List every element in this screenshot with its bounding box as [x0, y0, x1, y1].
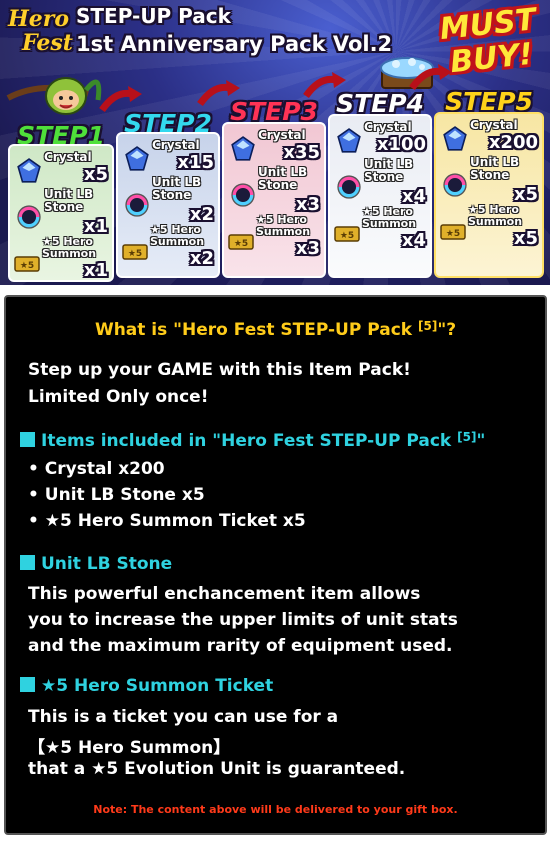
- lb-stone-heading: Unit LB Stone: [20, 554, 172, 574]
- lb-stone-quantity: x2: [189, 204, 214, 225]
- lb-stone-icon: [125, 193, 149, 217]
- summon-label: ★5 Hero Summon: [150, 223, 205, 248]
- intro-line-1: Step up your GAME with this Item Pack!: [28, 360, 411, 380]
- question-sup: [5]: [418, 319, 438, 333]
- svg-text:★5: ★5: [128, 249, 142, 259]
- summon-quantity: x4: [401, 230, 426, 251]
- lb-stone-quantity: x1: [83, 216, 108, 237]
- items-heading: Items included in "Hero Fest STEP-UP Pac…: [20, 430, 485, 451]
- step-items-5: Crystal x200 Unit LB Stone x5 ★5 ★5 Hero Summ…: [434, 112, 544, 252]
- section-square-icon: [20, 555, 35, 570]
- lb-stone-quantity: x4: [401, 186, 426, 207]
- crystal-icon: [125, 146, 149, 171]
- summon-ticket-heading: ★5 Hero Summon Ticket: [20, 676, 273, 696]
- summon-ticket-icon: ★5: [334, 226, 360, 242]
- crystal-quantity: x100: [376, 134, 426, 155]
- crystal-quantity: x35: [283, 142, 320, 163]
- pack-question-title: What is "Hero Fest STEP-UP Pack [5]"?: [6, 319, 545, 340]
- crystal-label: Crystal: [364, 120, 412, 134]
- item-line: • Unit LB Stone x5: [28, 485, 205, 505]
- summon-label: ★5 Hero Summon: [42, 235, 97, 260]
- logo-word-hero: Hero: [8, 6, 70, 32]
- crystal-label: Crystal: [470, 118, 518, 132]
- intro-line-2: Limited Only once!: [28, 387, 209, 407]
- section-square-icon: [20, 432, 35, 447]
- ticket-desc-line-1: This is a ticket you can use for a: [28, 707, 339, 727]
- item-line: • ★5 Hero Summon Ticket x5: [28, 511, 306, 531]
- lb-stone-label: Unit LB Stone: [152, 175, 202, 202]
- summon-ticket-icon: ★5: [440, 224, 466, 240]
- lb-stone-icon: [231, 183, 255, 207]
- summon-quantity: x1: [83, 260, 108, 281]
- lb-desc-line-3: and the maximum rarity of equipment used…: [28, 636, 453, 656]
- step-items-1: Crystal x5 Unit LB Stone x1 ★5 ★5 Hero Summon…: [8, 144, 114, 284]
- items-heading-sup: [5]: [457, 430, 477, 444]
- question-end: "?: [437, 320, 457, 340]
- gift-box-note: Note: The content above will be delivere…: [93, 803, 458, 816]
- pack-info-panel: What is "Hero Fest STEP-UP Pack [5]"? St…: [4, 295, 547, 835]
- lb-stone-label: Unit LB Stone: [470, 155, 520, 182]
- items-heading-end: ": [476, 431, 486, 451]
- crystal-icon: [443, 126, 467, 151]
- step-items-4: Crystal x100 Unit LB Stone x4 ★5 ★5 Hero Summ…: [328, 114, 432, 254]
- crystal-label: Crystal: [152, 138, 200, 152]
- lb-desc-line-1: This powerful enchancement item allows: [28, 584, 421, 604]
- crystal-icon: [17, 158, 41, 183]
- lb-stone-label: Unit LB Stone: [44, 187, 94, 214]
- logo-word-fest: Fest: [22, 30, 73, 56]
- lb-stone-icon: [337, 175, 361, 199]
- svg-text:★5: ★5: [340, 231, 354, 241]
- lb-stone-icon: [443, 173, 467, 197]
- svg-text:★5: ★5: [234, 239, 248, 249]
- crystal-quantity: x15: [177, 152, 214, 173]
- items-heading-text: Items included in "Hero Fest STEP-UP Pac…: [41, 431, 458, 451]
- step-items-3: Crystal x35 Unit LB Stone x3 ★5 ★5 Hero Summo…: [222, 122, 326, 262]
- crystal-quantity: x5: [83, 164, 108, 185]
- svg-text:★5: ★5: [446, 229, 460, 239]
- ticket-desc-line-2: 【★5 Hero Summon】: [28, 738, 231, 758]
- crystal-label: Crystal: [258, 128, 306, 142]
- summon-ticket-icon: ★5: [14, 256, 40, 272]
- banner-title: STEP-UP Pack: [76, 4, 231, 28]
- crystal-quantity: x200: [488, 132, 538, 153]
- summon-label: ★5 Hero Summon: [468, 203, 523, 228]
- ticket-desc-line-3: that a ★5 Evolution Unit is guaranteed.: [28, 759, 406, 779]
- lb-stone-label: Unit LB Stone: [258, 165, 308, 192]
- pack-banner: Hero Fest STEP-UP Pack 1st Anniversary P…: [0, 0, 550, 285]
- question-text: What is "Hero Fest STEP-UP Pack: [94, 320, 419, 340]
- summon-label: ★5 Hero Summon: [362, 205, 417, 230]
- summon-quantity: x3: [295, 238, 320, 259]
- lb-stone-icon: [17, 205, 41, 229]
- lb-desc-line-2: you to increase the upper limits of unit…: [28, 610, 458, 630]
- step-items-2: Crystal x15 Unit LB Stone x2 ★5 ★5 Hero Summo…: [116, 132, 220, 272]
- lb-heading-text: Unit LB Stone: [41, 554, 173, 574]
- section-square-icon: [20, 677, 35, 692]
- ticket-heading-text: ★5 Hero Summon Ticket: [41, 676, 274, 696]
- summon-ticket-icon: ★5: [122, 244, 148, 260]
- banner-subtitle: 1st Anniversary Pack Vol.2: [76, 32, 393, 56]
- summon-ticket-icon: ★5: [228, 234, 254, 250]
- lb-stone-quantity: x5: [513, 184, 538, 205]
- hero-fest-logo: Hero Fest: [6, 6, 73, 60]
- lb-stone-quantity: x3: [295, 194, 320, 215]
- summon-label: ★5 Hero Summon: [256, 213, 311, 238]
- summon-quantity: x5: [513, 228, 538, 249]
- summon-quantity: x2: [189, 248, 214, 269]
- crystal-icon: [337, 128, 361, 153]
- crystal-icon: [231, 136, 255, 161]
- lb-stone-label: Unit LB Stone: [364, 157, 414, 184]
- item-line: • Crystal x200: [28, 459, 165, 479]
- svg-text:★5: ★5: [20, 261, 34, 271]
- crystal-label: Crystal: [44, 150, 92, 164]
